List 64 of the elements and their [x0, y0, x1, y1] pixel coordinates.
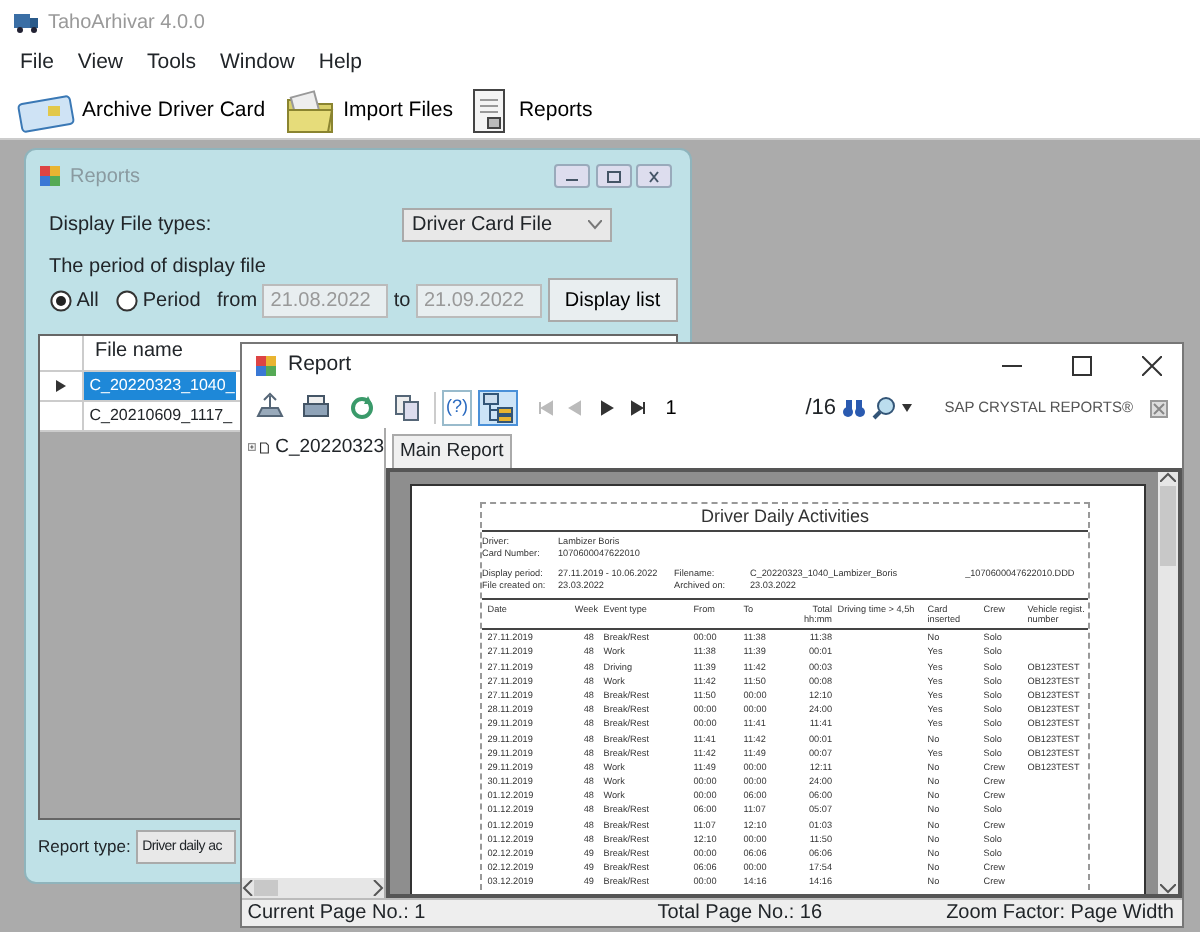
scroll-up-icon[interactable] — [1160, 472, 1176, 483]
zoom-icon[interactable] — [872, 396, 897, 420]
scroll-down-icon[interactable] — [1160, 884, 1176, 894]
window-title: Report — [288, 350, 354, 381]
radio-option[interactable]: Period — [115, 285, 201, 316]
column-header: File name — [93, 338, 183, 367]
display-list-button[interactable]: Display list — [547, 278, 679, 323]
tree-item[interactable]: C_20220323 — [275, 433, 384, 462]
menu-item[interactable]: File — [8, 46, 66, 82]
group-tree-toggle[interactable] — [478, 390, 518, 426]
page-total: /16 — [805, 393, 837, 424]
close-icon — [1142, 356, 1162, 376]
scrollbar-thumb[interactable] — [1160, 486, 1176, 567]
close-icon[interactable] — [1150, 399, 1168, 417]
radio-icon[interactable] — [115, 289, 138, 312]
app-icon — [38, 164, 62, 188]
radio-option[interactable]: All — [49, 285, 99, 316]
scrollbar-thumb[interactable] — [254, 880, 278, 896]
folder-icon — [281, 87, 338, 135]
maximize-icon — [1072, 356, 1092, 376]
window-title: TahoArhivar 4.0.0 — [48, 9, 205, 37]
report-tab[interactable]: Main Report — [392, 434, 512, 469]
toolbar-button[interactable]: Import Files — [277, 87, 457, 135]
last-page-icon[interactable] — [628, 400, 648, 416]
scroll-right-icon[interactable] — [372, 880, 384, 896]
menu-item[interactable]: Window — [208, 46, 307, 82]
dialog-title: Reports — [70, 163, 141, 191]
expand-icon[interactable] — [247, 440, 256, 455]
radio-icon[interactable] — [49, 289, 71, 312]
field-label: Report type: — [38, 834, 131, 861]
toolbar-button[interactable]: Archive Driver Card — [12, 89, 270, 133]
scroll-left-icon[interactable] — [242, 880, 254, 896]
close-button[interactable] — [636, 164, 673, 188]
binoculars-icon[interactable] — [842, 398, 867, 418]
toolbar-button[interactable]: Reports — [464, 85, 597, 137]
status-text: Total Page No.: 16 — [655, 900, 825, 928]
card-icon — [16, 89, 76, 133]
status-text: Current Page No.: 1 — [245, 900, 428, 928]
app-icon — [254, 354, 278, 378]
maximize-icon — [601, 167, 625, 185]
menu-item[interactable]: View — [65, 46, 135, 82]
caret-icon[interactable] — [902, 404, 913, 412]
tree-icon — [482, 392, 514, 424]
app-icon — [12, 10, 40, 34]
report-title: Driver Daily Activities — [482, 504, 1088, 532]
status-text: Zoom Factor: Page Width — [944, 900, 1174, 928]
file-type-dropdown[interactable]: Driver Card File — [402, 207, 612, 242]
minimize-button[interactable] — [553, 164, 590, 188]
caret-icon — [588, 219, 602, 230]
maximize-button[interactable] — [595, 164, 631, 188]
file-row[interactable]: C_20220323_1040_ — [84, 372, 236, 401]
section-label: The period of display file — [49, 254, 268, 283]
row-pointer-icon — [56, 380, 66, 393]
file-row[interactable]: C_20210609_1117_ — [84, 402, 236, 431]
refresh-icon — [346, 392, 378, 424]
menu-item[interactable]: Tools — [135, 46, 209, 82]
document-icon — [260, 437, 270, 458]
menu-item[interactable]: Help — [306, 46, 374, 82]
field-label: Display File types: — [49, 211, 214, 240]
minimize-icon — [1002, 364, 1022, 368]
field-label: to — [393, 287, 411, 316]
help-toggle[interactable]: (?) — [442, 390, 472, 426]
copy-icon — [392, 392, 424, 424]
field-label: from — [217, 287, 258, 316]
